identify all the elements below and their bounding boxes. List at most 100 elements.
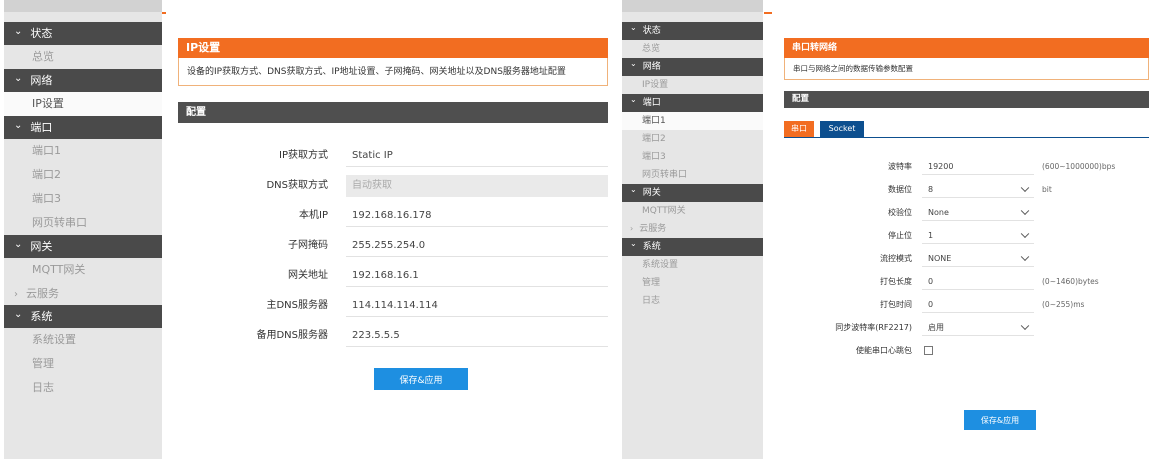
tab-socket[interactable]: Socket (820, 121, 864, 137)
field-input-3[interactable]: 255.255.254.0 (346, 235, 608, 257)
sidebar-group-status[interactable]: ⌄ 状态 (622, 22, 763, 40)
sidebar-item-item[interactable]: 网页转串口 (622, 166, 763, 184)
field-hint: (0~255)ms (1042, 300, 1085, 309)
section-header: 配置 (784, 91, 1149, 108)
sidebar-item-item[interactable]: 日志 (4, 376, 162, 400)
sidebar-item-ip[interactable]: IP设置 (622, 76, 763, 94)
field-input-2[interactable]: 192.168.16.178 (346, 205, 608, 227)
left-sidebar: ⌄ 状态 总览 ⌄ 网络 IP设置 ⌄ 端口 端口1 端口2 端口3 网页转串口 ⌄ 网关 MQTT网关 › 云… (4, 0, 162, 459)
field-select-2[interactable]: None (922, 204, 1034, 221)
sidebar-group-port[interactable]: ⌄ 端口 (622, 94, 763, 112)
sidebar-item-item[interactable]: 系统设置 (4, 328, 162, 352)
chevron-down-icon (1020, 206, 1030, 216)
heartbeat-checkbox[interactable] (924, 346, 933, 355)
sidebar-group-network[interactable]: ⌄ 网络 (4, 69, 162, 92)
sidebar-item-mqtt[interactable]: MQTT网关 (622, 202, 763, 220)
field-select-0[interactable]: Static IP (346, 145, 608, 167)
sidebar-item-item[interactable]: 管理 (622, 274, 763, 292)
sidebar-item-2[interactable]: 端口2 (4, 163, 162, 187)
field-label: 主DNS服务器 (266, 300, 328, 311)
field-label: IP获取方式 (279, 150, 328, 161)
field-value: Static IP (352, 150, 393, 161)
sidebar-group-label: 云服务 (639, 224, 667, 234)
field-value: 19200 (928, 162, 954, 171)
sidebar-item-label: 管理 (32, 357, 54, 370)
page-description-box: 串口与网络之间的数据传输参数配置 (784, 58, 1149, 80)
field-label: DNS获取方式 (266, 180, 328, 191)
chevron-down-icon: ⌄ (630, 185, 637, 194)
chevron-down-icon (1020, 229, 1030, 239)
sidebar-item-2[interactable]: 端口2 (622, 130, 763, 148)
field-input-0[interactable]: 19200 (922, 158, 1034, 175)
sidebar-group-cloud[interactable]: › 云服务 (4, 282, 162, 305)
field-input-6[interactable]: 0 (922, 296, 1034, 313)
sidebar-group-system[interactable]: ⌄ 系统 (622, 238, 763, 256)
sidebar-item-mqtt[interactable]: MQTT网关 (4, 258, 162, 282)
tab-underline (784, 137, 1149, 138)
sidebar-item-label: 管理 (642, 278, 661, 288)
field-input-4[interactable]: 192.168.16.1 (346, 265, 608, 287)
field-input-5[interactable]: 114.114.114.114 (346, 295, 608, 317)
save-apply-button[interactable]: 保存&应用 (964, 410, 1036, 430)
chevron-down-icon: ⌄ (630, 59, 637, 68)
field-select-7[interactable]: 启用 (922, 319, 1034, 336)
sidebar-group-cloud[interactable]: › 云服务 (622, 220, 763, 238)
field-select-4[interactable]: NONE (922, 250, 1034, 267)
sidebar-item-label: 端口1 (642, 116, 666, 126)
field-value: NONE (928, 254, 952, 263)
sidebar-item-item[interactable]: 系统设置 (622, 256, 763, 274)
sidebar-group-gateway[interactable]: ⌄ 网关 (4, 235, 162, 258)
sidebar-group-gateway[interactable]: ⌄ 网关 (622, 184, 763, 202)
sidebar-item-item[interactable]: 管理 (4, 352, 162, 376)
sidebar-item-ip[interactable]: IP设置 (4, 92, 162, 116)
sidebar-item-item[interactable]: 网页转串口 (4, 211, 162, 235)
right-screenshot: ⌄ 状态 总览 ⌄ 网络 IP设置 ⌄ 端口 端口1 端口2 端口3 网页转串口 ⌄ 网关 MQTT网关 › 云… (622, 0, 1149, 459)
sidebar-item-3[interactable]: 端口3 (622, 148, 763, 166)
tab-serial[interactable]: 串口 (784, 121, 814, 137)
chevron-down-icon: ⌄ (14, 26, 23, 37)
sidebar-item-label: 日志 (642, 296, 661, 306)
sidebar-group-port[interactable]: ⌄ 端口 (4, 116, 162, 139)
sidebar-item-label: 端口2 (642, 134, 666, 144)
field-label: 使能串口心跳包 (856, 346, 912, 355)
save-apply-button[interactable]: 保存&应用 (374, 368, 468, 390)
field-value: 223.5.5.5 (352, 330, 400, 341)
left-sidebar-top-strip (4, 0, 162, 12)
sidebar-item-label: 日志 (32, 381, 54, 394)
sidebar-item-label: 总览 (642, 44, 661, 54)
sidebar-item-item[interactable]: 总览 (4, 45, 162, 69)
sidebar-group-label: 状态 (642, 26, 661, 36)
sidebar-item-item[interactable]: 日志 (622, 292, 763, 310)
field-select-1[interactable]: 自动获取 (346, 175, 608, 197)
page-title: IP设置 (186, 41, 221, 54)
field-label: 校验位 (888, 208, 912, 217)
sidebar-group-label: 端口 (30, 121, 53, 134)
field-value: 255.255.254.0 (352, 240, 426, 251)
field-label: 波特率 (888, 162, 912, 171)
sidebar-item-3[interactable]: 端口3 (4, 187, 162, 211)
chevron-down-icon: ⌄ (630, 95, 637, 104)
section-header: 配置 (178, 102, 608, 123)
sidebar-group-status[interactable]: ⌄ 状态 (4, 22, 162, 45)
field-label: 数据位 (888, 185, 912, 194)
right-main-content: 串口转网络串口与网络之间的数据传输参数配置配置串口 Socket 波特率 19200 (… (772, 0, 1149, 459)
chevron-down-icon: ⌄ (14, 309, 23, 320)
sidebar-group-label: 网关 (642, 188, 661, 198)
tab-label: 串口 (791, 124, 807, 133)
page-title: 串口转网络 (792, 43, 838, 53)
field-label: 停止位 (888, 231, 912, 240)
sidebar-item-1[interactable]: 端口1 (622, 112, 763, 130)
field-select-1[interactable]: 8 (922, 181, 1034, 198)
chevron-down-icon: ⌄ (630, 239, 637, 248)
sidebar-group-system[interactable]: ⌄ 系统 (4, 305, 162, 328)
field-label: 流控模式 (880, 254, 912, 263)
right-sidebar-top-strip (622, 0, 763, 12)
section-title: 配置 (792, 94, 810, 104)
sidebar-item-1[interactable]: 端口1 (4, 139, 162, 163)
field-input-6[interactable]: 223.5.5.5 (346, 325, 608, 347)
field-input-5[interactable]: 0 (922, 273, 1034, 290)
sidebar-item-label: 端口2 (32, 168, 61, 181)
sidebar-item-item[interactable]: 总览 (622, 40, 763, 58)
field-select-3[interactable]: 1 (922, 227, 1034, 244)
sidebar-group-network[interactable]: ⌄ 网络 (622, 58, 763, 76)
